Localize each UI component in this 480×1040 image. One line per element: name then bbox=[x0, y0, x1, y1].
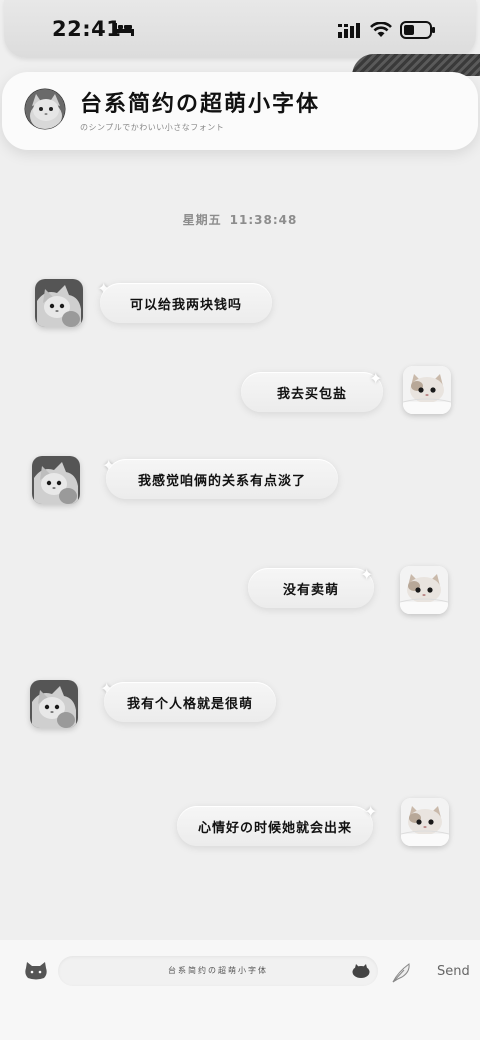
sparkle-icon: ✦ bbox=[360, 565, 374, 584]
cat-avatar-icon bbox=[24, 88, 66, 130]
message-text: 心情好の时候她就会出来 bbox=[197, 820, 352, 836]
status-time: 22:41 bbox=[52, 17, 122, 41]
cat-face-icon[interactable] bbox=[24, 962, 48, 980]
wifi-icon bbox=[370, 22, 392, 37]
timestamp-day: 星期五 bbox=[182, 213, 222, 227]
message-timestamp: 星期五 11:38:48 bbox=[0, 211, 480, 228]
user-avatar[interactable] bbox=[403, 366, 451, 414]
contact-avatar[interactable] bbox=[30, 680, 78, 728]
message-input-placeholder: 台系简约の超萌小字体 bbox=[168, 966, 268, 975]
bed-icon bbox=[114, 23, 134, 36]
sparkle-icon: ✦ bbox=[369, 369, 383, 388]
timestamp-time: 11:38:48 bbox=[229, 213, 298, 227]
chat-header: 台系简约の超萌小字体 のシンプルでかわいい小さなフォント bbox=[2, 72, 478, 150]
message-text: 可以给我两块钱吗 bbox=[129, 297, 242, 313]
message-bubble[interactable]: 心情好の时候她就会出来 bbox=[177, 806, 373, 846]
message-bubble[interactable]: 我去买包盐 bbox=[241, 372, 383, 412]
sparkle-icon: ✦ bbox=[364, 802, 378, 821]
kitten-avatar-icon bbox=[401, 798, 449, 846]
message-text: 没有卖萌 bbox=[282, 582, 339, 598]
send-button[interactable]: Send bbox=[437, 964, 470, 979]
message-bubble[interactable]: 没有卖萌 bbox=[248, 568, 374, 608]
kitten-avatar-icon bbox=[403, 366, 451, 414]
battery-icon bbox=[400, 21, 435, 39]
input-bar: 台系简约の超萌小字体 Send bbox=[0, 940, 480, 1040]
cat-avatar-icon bbox=[30, 680, 78, 728]
message-text: 我有个人格就是很萌 bbox=[126, 696, 253, 712]
message-bubble[interactable]: 可以给我两块钱吗 bbox=[100, 283, 272, 323]
message-input[interactable]: 台系简约の超萌小字体 bbox=[58, 956, 378, 986]
contact-avatar[interactable] bbox=[32, 456, 80, 504]
kitten-avatar-icon bbox=[400, 566, 448, 614]
message-text: 我感觉咱俩的关系有点淡了 bbox=[137, 473, 306, 489]
sticker-icon[interactable] bbox=[352, 964, 370, 978]
user-avatar[interactable] bbox=[400, 566, 448, 614]
cat-avatar-icon bbox=[35, 279, 83, 327]
feather-icon[interactable] bbox=[390, 962, 412, 984]
message-bubble[interactable]: 我感觉咱俩的关系有点淡了 bbox=[106, 459, 338, 499]
header-avatar[interactable] bbox=[24, 88, 66, 130]
page-subtitle: のシンプルでかわいい小さなフォント bbox=[80, 123, 225, 132]
user-avatar[interactable] bbox=[401, 798, 449, 846]
contact-avatar[interactable] bbox=[35, 279, 83, 327]
signal-icon bbox=[338, 23, 360, 38]
page-title: 台系简约の超萌小字体 bbox=[80, 92, 321, 117]
status-bar: 22:41 bbox=[4, 0, 476, 58]
message-bubble[interactable]: 我有个人格就是很萌 bbox=[104, 682, 276, 722]
message-text: 我去买包盐 bbox=[276, 386, 347, 402]
cat-avatar-icon bbox=[32, 456, 80, 504]
